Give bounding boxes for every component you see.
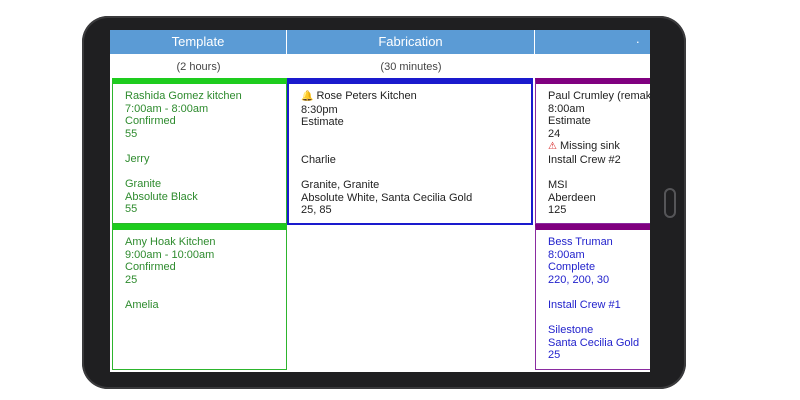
duration-template: (2 hours) [176,61,221,73]
job-color: Aberdeen [548,191,596,204]
column-header-third[interactable]: · [535,30,650,54]
job-name: Rose Peters Kitchen [316,90,417,102]
job-color: Absolute White, Santa Cecilia Gold [301,191,473,204]
column-header-template[interactable]: Template [110,30,287,54]
job-material: Granite [125,178,162,191]
job-crew: Install Crew #1 [548,298,621,311]
job-status: Confirmed [125,115,176,128]
job-time: 8:00am [548,248,585,261]
duration-fabrication: (30 minutes) [380,61,442,73]
job-material: Granite, Granite [301,179,380,192]
job-number: 25 [125,273,138,286]
job-color: Absolute Black [125,190,198,203]
job-card-rashida-gomez[interactable]: Rashida Gomez kitchen 7:00am - 8:00am Co… [112,78,287,224]
job-name: Amy Hoak Kitchen [125,236,216,248]
job-warning: Missing sink [559,140,620,153]
job-name: Rashida Gomez kitchen [125,90,242,102]
job-name: Paul Crumley (remak [548,90,650,102]
job-number: 24 [548,127,561,140]
job-sqft: 125 [548,204,567,217]
job-color: Santa Cecilia Gold [548,336,640,349]
job-status: Estimate [548,115,591,128]
job-card-amy-hoak[interactable]: Amy Hoak Kitchen 9:00am - 10:00am Confir… [112,224,287,370]
job-card-paul-crumley[interactable]: Paul Crumley (remak 8:00am Estimate 24 ⚠… [535,78,650,224]
job-number: 55 [125,127,138,140]
job-person: Jerry [125,152,150,165]
job-time: 8:30pm [301,103,338,116]
job-card-rose-peters[interactable]: 🔔 Rose Peters Kitchen 8:30pm Estimate Cha… [287,78,533,225]
duration-third [535,54,650,78]
job-status: Estimate [301,116,344,129]
job-name-row: 🔔 Rose Peters Kitchen [301,90,531,104]
job-card-bess-truman[interactable]: Bess Truman 8:00am Complete 220, 200, 30… [535,224,650,370]
job-time: 9:00am - 10:00am [125,248,215,261]
job-sqft: 55 [125,203,138,216]
job-warning-row: ⚠ Missing sink [548,140,650,154]
job-material: Silestone [548,324,594,337]
job-person: Charlie [301,153,336,166]
job-sqft: 25, 85 [301,204,332,217]
job-status: Confirmed [125,261,176,274]
job-sqft: 25 [548,349,561,362]
job-numbers: 220, 200, 30 [548,273,610,286]
job-status: Complete [548,261,596,274]
bell-icon: 🔔 [301,91,314,102]
job-crew: Install Crew #2 [548,153,621,166]
job-person: Amelia [125,298,159,311]
home-button[interactable] [664,188,676,218]
job-time: 8:00am [548,102,585,115]
column-header-row: Template Fabrication · [110,30,650,54]
column-header-fabrication[interactable]: Fabrication [287,30,535,54]
schedule-screen: Template Fabrication · (2 hours) (30 min… [110,30,650,372]
warning-icon: ⚠ [548,141,557,153]
job-time: 7:00am - 8:00am [125,102,209,115]
job-supplier: MSI [548,179,568,192]
job-name: Bess Truman [548,236,613,248]
